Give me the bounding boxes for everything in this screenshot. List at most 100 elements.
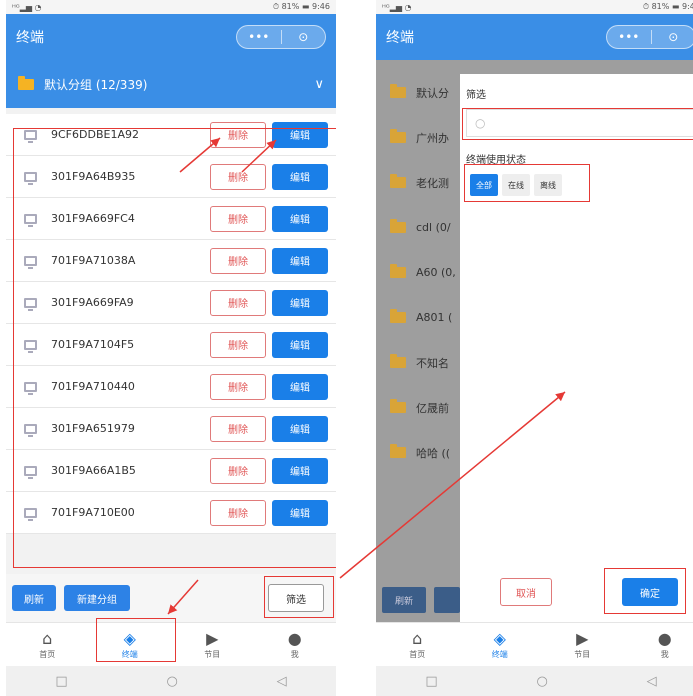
tab-terminal[interactable]: ◈ 终端 — [89, 623, 172, 666]
folder-icon — [18, 75, 34, 90]
edit-button[interactable]: 编辑 — [272, 289, 328, 316]
folder-icon — [390, 264, 406, 278]
tab-terminal-label: 终端 — [121, 650, 138, 659]
device-row[interactable]: 301F9A651979 删除 编辑 — [6, 408, 336, 450]
group-selector[interactable]: 默认分组 (12/339) ∨ — [6, 60, 336, 108]
monitor-icon — [24, 423, 37, 437]
status-bar: ᴴᴳ▂▅ ◔ ⏱ 81% ▬ 9:46 — [6, 0, 336, 14]
device-row[interactable]: 701F9A710440 删除 编辑 — [6, 366, 336, 408]
device-id: 301F9A669FA9 — [51, 296, 134, 309]
delete-button[interactable]: 删除 — [210, 247, 266, 274]
play-icon: ▶ — [576, 629, 589, 648]
monitor-icon — [24, 381, 37, 395]
edit-button[interactable]: 编辑 — [272, 499, 328, 526]
recent-apps-icon[interactable]: □ — [425, 674, 437, 689]
edit-button[interactable]: 编辑 — [272, 247, 328, 274]
monitor-icon — [24, 297, 37, 311]
edit-button[interactable]: 编辑 — [272, 373, 328, 400]
folder-icon — [390, 309, 406, 323]
monitor-icon — [24, 339, 37, 353]
device-row[interactable]: 301F9A66A1B5 删除 编辑 — [6, 450, 336, 492]
confirm-button[interactable]: 确定 — [622, 578, 678, 606]
delete-button[interactable]: 删除 — [210, 205, 266, 232]
monitor-icon — [24, 171, 37, 185]
phone-screen-filter-drawer: ᴴᴳ▂▅ ◔ ⏱ 81% ▬ 9:47 终端 ••• ⊙ 默认分 广州办 老化测… — [376, 0, 693, 696]
system-nav-bar: □ ○ ◁ — [376, 666, 693, 696]
home-icon: ⌂ — [42, 629, 53, 648]
app-header: 终端 ••• ⊙ — [376, 14, 693, 60]
device-id: 301F9A64B935 — [51, 170, 136, 183]
filter-search-input[interactable]: ○ — [466, 109, 693, 137]
home-circle-icon[interactable]: ○ — [536, 674, 547, 689]
recent-apps-icon[interactable]: □ — [55, 674, 67, 689]
bg-refresh-button: 刷新 — [382, 587, 426, 613]
tab-me[interactable]: ● 我 — [254, 623, 337, 666]
edit-button[interactable]: 编辑 — [272, 205, 328, 232]
delete-button[interactable]: 删除 — [210, 163, 266, 190]
more-icon[interactable]: ••• — [607, 30, 651, 44]
tab-home[interactable]: ⌂ 首页 — [376, 623, 459, 666]
device-row[interactable]: 701F9A7104F5 删除 编辑 — [6, 324, 336, 366]
filter-button[interactable]: 筛选 — [268, 584, 324, 612]
device-row[interactable]: 701F9A71038A 删除 编辑 — [6, 240, 336, 282]
delete-button[interactable]: 删除 — [210, 121, 266, 148]
bottom-action-bar: 刷新 新建分组 筛选 — [6, 574, 336, 622]
close-target-icon[interactable]: ⊙ — [282, 30, 326, 44]
filter-footer: 取消 确定 — [460, 578, 693, 606]
folder-icon — [390, 84, 406, 98]
layers-icon: ◈ — [123, 629, 136, 648]
edit-button[interactable]: 编辑 — [272, 415, 328, 442]
device-row[interactable]: 301F9A64B935 删除 编辑 — [6, 156, 336, 198]
device-row[interactable]: 301F9A669FC4 删除 编辑 — [6, 198, 336, 240]
tab-terminal-label: 终端 — [491, 650, 508, 659]
status-filter-label: 终端使用状态 — [466, 155, 526, 166]
bg-new-group-button — [434, 587, 460, 613]
edit-button[interactable]: 编辑 — [272, 121, 328, 148]
status-option-offline[interactable]: 离线 — [534, 174, 562, 196]
status-option-online[interactable]: 在线 — [502, 174, 530, 196]
play-icon: ▶ — [206, 629, 219, 648]
delete-button[interactable]: 删除 — [210, 373, 266, 400]
tab-home-label: 首页 — [409, 650, 426, 659]
group-label: 默认分组 (12/339) — [44, 77, 148, 92]
delete-button[interactable]: 删除 — [210, 457, 266, 484]
delete-button[interactable]: 删除 — [210, 499, 266, 526]
delete-button[interactable]: 删除 — [210, 415, 266, 442]
tab-me[interactable]: ● 我 — [624, 623, 693, 666]
status-option-all[interactable]: 全部 — [470, 174, 498, 196]
tab-terminal[interactable]: ◈ 终端 — [459, 623, 542, 666]
device-row[interactable]: 301F9A669FA9 删除 编辑 — [6, 282, 336, 324]
device-row[interactable]: 701F9A710E00 删除 编辑 — [6, 492, 336, 534]
tab-program[interactable]: ▶ 节目 — [541, 623, 624, 666]
tab-home[interactable]: ⌂ 首页 — [6, 623, 89, 666]
battery-time-indicator: ⏱ 81% ▬ 9:47 — [642, 2, 693, 11]
user-icon: ● — [287, 629, 302, 648]
more-icon[interactable]: ••• — [237, 30, 281, 44]
edit-button[interactable]: 编辑 — [272, 457, 328, 484]
back-icon[interactable]: ◁ — [647, 674, 657, 689]
new-group-button[interactable]: 新建分组 — [64, 585, 130, 611]
device-row[interactable]: 9CF6DDBE1A92 删除 编辑 — [6, 114, 336, 156]
back-icon[interactable]: ◁ — [277, 674, 287, 689]
home-circle-icon[interactable]: ○ — [166, 674, 177, 689]
home-icon: ⌂ — [412, 629, 423, 648]
bg-group-label: 老化测 — [416, 176, 449, 190]
signal-wifi-indicator: ᴴᴳ▂▅ ◔ — [12, 2, 42, 12]
cancel-button[interactable]: 取消 — [500, 578, 552, 606]
tab-bar: ⌂ 首页 ◈ 终端 ▶ 节目 ● 我 — [6, 622, 336, 666]
monitor-icon — [24, 465, 37, 479]
delete-button[interactable]: 删除 — [210, 289, 266, 316]
bg-group-label: 不知名 — [416, 356, 449, 370]
device-id: 701F9A710440 — [51, 380, 135, 393]
device-id: 301F9A651979 — [51, 422, 135, 435]
refresh-button[interactable]: 刷新 — [12, 585, 56, 611]
edit-button[interactable]: 编辑 — [272, 331, 328, 358]
tab-bar: ⌂ 首页 ◈ 终端 ▶ 节目 ● 我 — [376, 622, 693, 666]
chevron-down-icon[interactable]: ∨ — [314, 77, 324, 92]
folder-icon — [390, 444, 406, 458]
close-target-icon[interactable]: ⊙ — [652, 30, 693, 44]
folder-icon — [390, 399, 406, 413]
delete-button[interactable]: 删除 — [210, 331, 266, 358]
tab-program[interactable]: ▶ 节目 — [171, 623, 254, 666]
edit-button[interactable]: 编辑 — [272, 163, 328, 190]
